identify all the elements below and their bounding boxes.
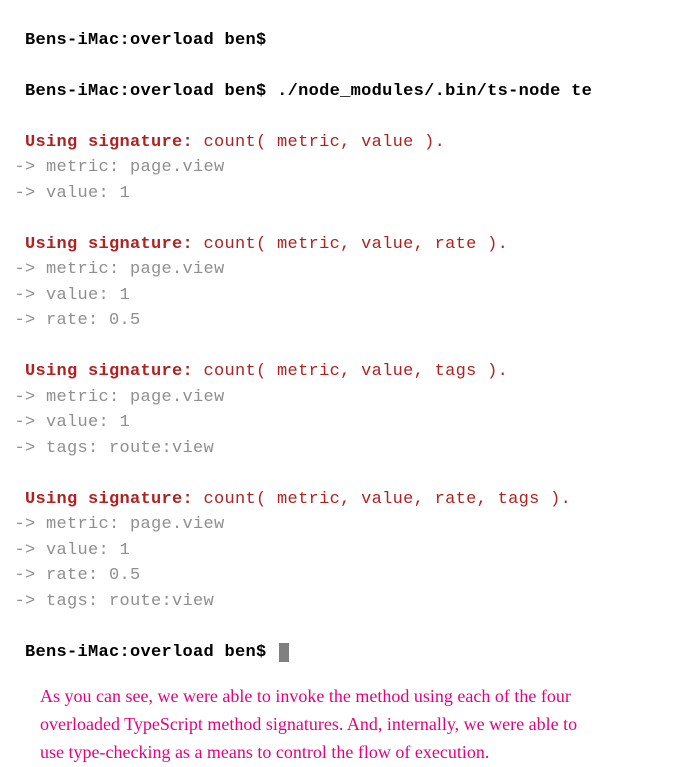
detail-line: -> tags: route:view [4,436,696,462]
signature-fn: count( metric, value, tags ). [193,362,508,381]
terminal-cursor [279,643,289,662]
detail-line: -> metric: page.view [4,257,696,283]
detail-line: -> tags: route:view [4,589,696,615]
shell-prompt: Bens-iMac:overload ben$ [25,643,267,662]
annotation-em: overloaded TypeScript method signatures [40,714,339,734]
shell-prompt: Bens-iMac:overload ben$ [25,31,267,50]
signature-label: Using signature: [25,133,193,152]
annotation-part1: As you can see, we were able to invoke t… [40,686,571,706]
detail-line: -> metric: page.view [4,155,696,181]
signature-label: Using signature: [25,235,193,254]
detail-line: -> metric: page.view [4,512,696,538]
terminal-line: Bens-iMac:overload ben$ ./node_modules/.… [4,53,696,104]
signature-line: Using signature: count( metric, value, t… [4,334,696,385]
shell-empty [267,31,278,50]
signature-fn: count( metric, value ). [193,133,445,152]
detail-line: -> value: 1 [4,410,696,436]
shell-prompt: Bens-iMac:overload ben$ [25,82,267,101]
terminal-line[interactable]: Bens-iMac:overload ben$ [4,614,696,665]
detail-line: -> metric: page.view [4,385,696,411]
signature-line: Using signature: count( metric, value, r… [4,461,696,512]
signature-fn: count( metric, value, rate ). [193,235,508,254]
signature-line: Using signature: count( metric, value ). [4,104,696,155]
signature-fn: count( metric, value, rate, tags ). [193,490,571,509]
shell-empty [267,643,278,662]
detail-line: -> rate: 0.5 [4,563,696,589]
annotation-text: As you can see, we were able to invoke t… [40,683,600,767]
detail-line: -> value: 1 [4,538,696,564]
detail-line: -> value: 1 [4,283,696,309]
detail-line: -> rate: 0.5 [4,308,696,334]
terminal-line: Bens-iMac:overload ben$ [4,2,696,53]
signature-label: Using signature: [25,362,193,381]
detail-line: -> value: 1 [4,181,696,207]
signature-line: Using signature: count( metric, value, r… [4,206,696,257]
shell-command: ./node_modules/.bin/ts-node te [267,82,593,101]
signature-label: Using signature: [25,490,193,509]
